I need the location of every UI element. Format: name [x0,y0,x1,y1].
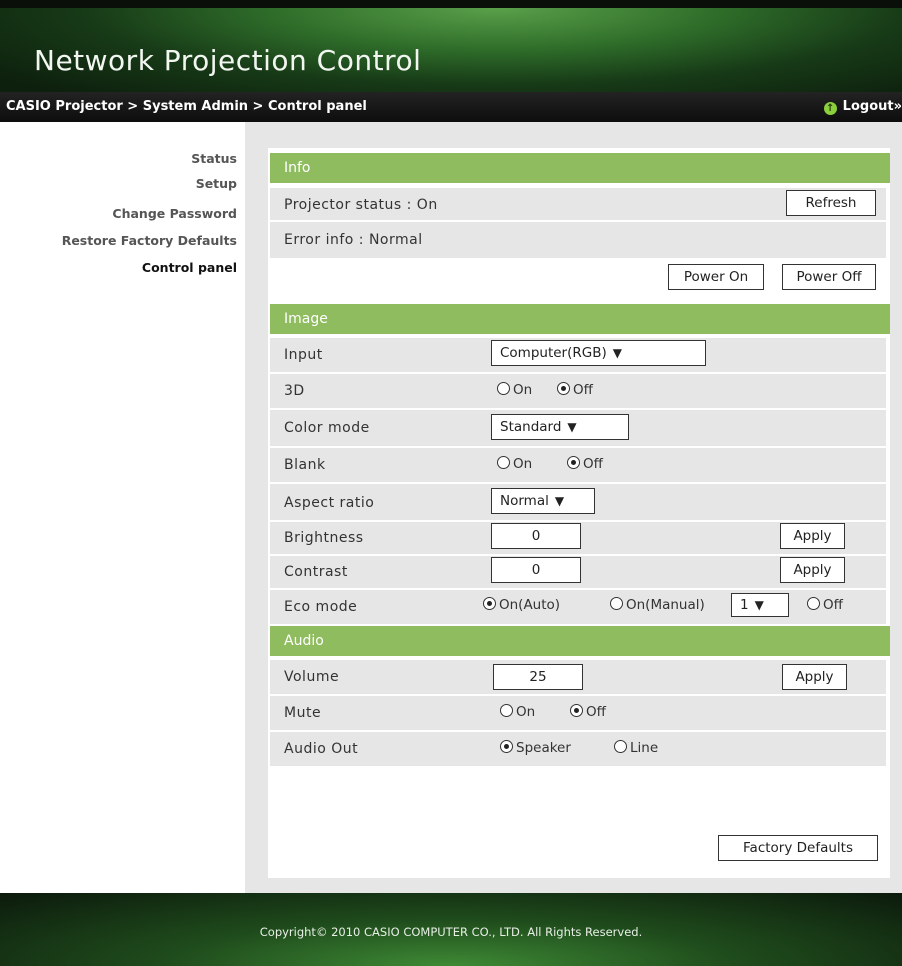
power-off-button[interactable]: Power Off [782,264,876,290]
radio-selected-icon [483,597,496,610]
app-banner: Network Projection Control [0,8,902,92]
eco-mode-level-select[interactable]: 1 ▼ [731,593,789,617]
power-on-button[interactable]: Power On [668,264,764,290]
eco-mode-manual-label: On(Manual) [626,597,705,613]
error-info-row: Error info : Normal [270,220,886,258]
mute-off-label: Off [586,704,606,720]
mute-on-label: On [516,704,536,720]
blank-off-label: Off [583,456,603,472]
breadcrumb-bar: CASIO Projector > System Admin > Control… [0,92,902,122]
audio-out-line-label: Line [630,740,659,756]
logout-link[interactable]: ↑ Logout» [823,99,902,115]
radio-selected-icon [567,456,580,469]
blank-label: Blank [284,457,326,473]
volume-label: Volume [284,669,340,685]
mute-on-radio[interactable]: On [500,699,535,725]
sidebar-item-status[interactable]: Status [191,151,237,166]
error-info-text: Error info : Normal [284,232,423,248]
sidebar: Status Setup Change Password Restore Fac… [0,122,245,893]
refresh-button[interactable]: Refresh [786,190,876,216]
volume-input[interactable]: 25 [493,664,583,690]
sidebar-item-control-panel[interactable]: Control panel [142,260,237,275]
breadcrumb: CASIO Projector > System Admin > Control… [6,99,367,114]
eco-mode-auto-label: On(Auto) [499,597,561,613]
contrast-input[interactable]: 0 [491,557,581,583]
input-select-value: Computer(RGB) [500,345,607,361]
eco-mode-label: Eco mode [284,599,358,615]
blank-off-radio[interactable]: Off [567,451,603,477]
blank-on-radio[interactable]: On [497,451,532,477]
3d-off-radio[interactable]: Off [557,377,593,403]
3d-label: 3D [284,383,305,399]
3d-on-label: On [513,382,533,398]
caret-down-icon: ▼ [754,598,764,612]
sidebar-item-setup[interactable]: Setup [196,176,237,191]
3d-off-label: Off [573,382,593,398]
3d-on-radio[interactable]: On [497,377,532,403]
radio-selected-icon [557,382,570,395]
radio-selected-icon [500,740,513,753]
info-section-header: Info [270,153,890,183]
sidebar-item-change-password[interactable]: Change Password [112,206,237,221]
volume-apply-button[interactable]: Apply [782,664,847,690]
logout-suffix: » [893,99,902,114]
eco-mode-manual-radio[interactable]: On(Manual) [610,592,705,618]
footer: Copyright© 2010 CASIO COMPUTER CO., LTD.… [0,893,902,966]
app-title: Network Projection Control [34,44,422,77]
aspect-ratio-label: Aspect ratio [284,495,375,511]
eco-mode-row: Eco mode [270,588,886,624]
audio-out-label: Audio Out [284,741,359,757]
radio-icon [614,740,627,753]
eco-mode-auto-radio[interactable]: On(Auto) [483,592,560,618]
mute-off-radio[interactable]: Off [570,699,606,725]
audio-section-header: Audio [270,626,890,656]
audio-out-line-radio[interactable]: Line [614,735,658,761]
aspect-ratio-select-value: Normal [500,493,549,509]
input-select[interactable]: Computer(RGB) ▼ [491,340,706,366]
caret-down-icon: ▼ [612,346,622,360]
audio-out-row: Audio Out [270,730,886,766]
caret-down-icon: ▼ [554,494,565,508]
color-mode-select[interactable]: Standard ▼ [491,414,629,440]
brightness-apply-button[interactable]: Apply [780,523,845,549]
aspect-ratio-select[interactable]: Normal ▼ [491,488,595,514]
contrast-apply-button[interactable]: Apply [780,557,845,583]
radio-selected-icon [570,704,583,717]
sidebar-item-restore-factory-defaults[interactable]: Restore Factory Defaults [62,233,237,248]
audio-out-speaker-radio[interactable]: Speaker [500,735,571,761]
copyright-text: Copyright© 2010 CASIO COMPUTER CO., LTD.… [259,925,643,939]
arrow-up-icon: ↑ [823,102,837,115]
radio-icon [500,704,513,717]
mute-label: Mute [284,705,322,721]
blank-on-label: On [513,456,533,472]
color-mode-label: Color mode [284,420,370,436]
input-label: Input [284,347,323,363]
radio-icon [610,597,623,610]
projector-status-text: Projector status : On [284,197,438,213]
logout-label: Logout [842,99,894,114]
radio-icon [807,597,820,610]
eco-mode-level-value: 1 [740,597,749,613]
factory-defaults-button[interactable]: Factory Defaults [718,835,878,861]
caret-down-icon: ▼ [567,420,577,434]
color-mode-select-value: Standard [500,419,562,435]
top-strip [0,0,902,8]
eco-mode-off-label: Off [823,597,843,613]
eco-mode-off-radio[interactable]: Off [807,592,843,618]
contrast-label: Contrast [284,564,348,580]
brightness-input[interactable]: 0 [491,523,581,549]
image-section-header: Image [270,304,890,334]
radio-icon [497,382,510,395]
radio-icon [497,456,510,469]
brightness-label: Brightness [284,530,364,546]
audio-out-speaker-label: Speaker [516,740,571,756]
